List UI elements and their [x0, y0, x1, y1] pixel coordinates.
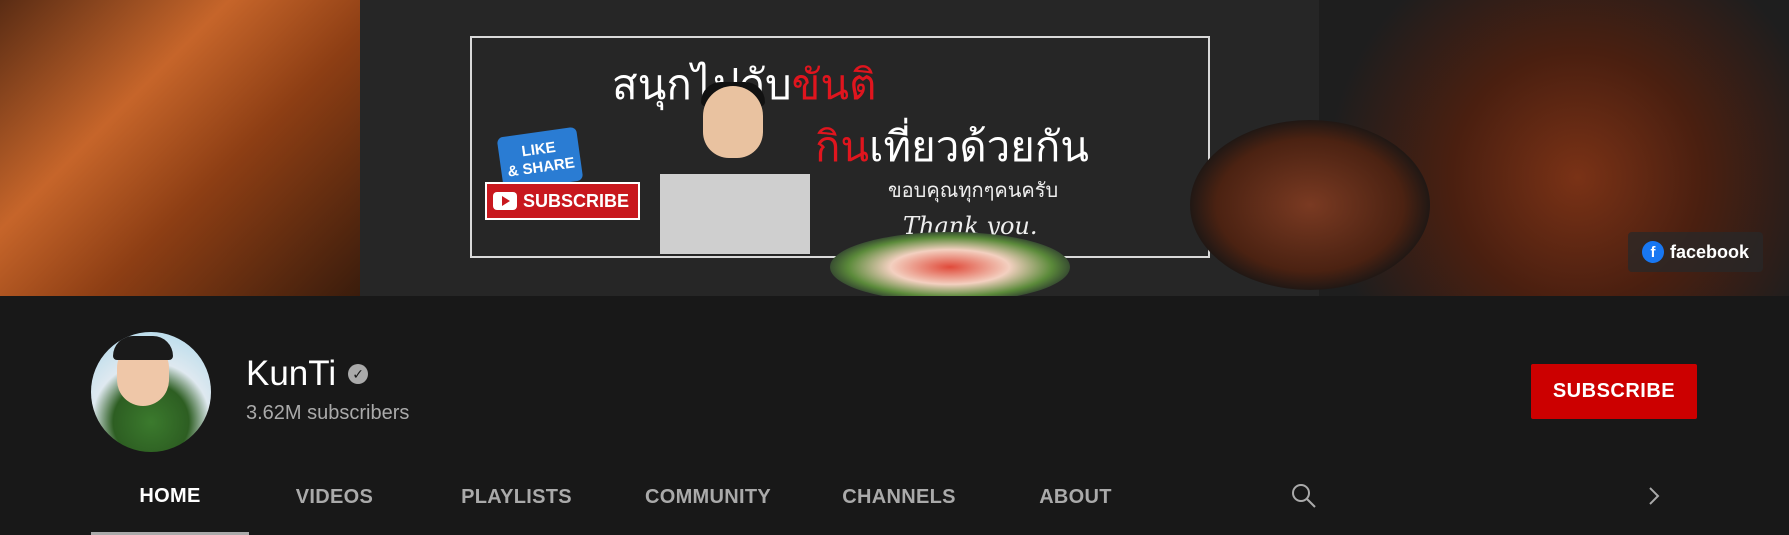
- tab-playlists[interactable]: PLAYLISTS: [420, 460, 613, 535]
- search-icon[interactable]: [1284, 476, 1324, 516]
- tab-videos[interactable]: VIDEOS: [249, 460, 420, 535]
- steak-pan-image: [1190, 120, 1430, 290]
- subscriber-count: 3.62M subscribers: [246, 402, 410, 424]
- chevron-right-icon-svg: [1649, 487, 1660, 505]
- chevron-right-icon[interactable]: [1634, 476, 1674, 516]
- search-icon-svg: [1292, 484, 1316, 508]
- banner-subscribe-badge: SUBSCRIBE: [485, 182, 640, 220]
- channel-name-row: KunTi ✓: [246, 354, 369, 394]
- tab-community[interactable]: COMMUNITY: [613, 460, 803, 535]
- facebook-link[interactable]: f facebook: [1628, 232, 1763, 272]
- channel-banner: สนุกไปกับขันติ กินเที่ยวด้วยกัน ขอบคุณทุ…: [0, 0, 1789, 296]
- play-button-plaque: [660, 174, 810, 254]
- channel-name: KunTi: [246, 354, 337, 393]
- facebook-link-label: facebook: [1670, 241, 1750, 262]
- channel-tabs: HOME VIDEOS PLAYLISTS COMMUNITY CHANNELS…: [91, 460, 1156, 535]
- banner-thanks-thai: ขอบคุณทุกๆคนครับ: [888, 180, 1059, 202]
- banner-food-left: [0, 0, 360, 296]
- subscribe-button[interactable]: SUBSCRIBE: [1531, 364, 1697, 419]
- channel-avatar[interactable]: [91, 332, 211, 452]
- verified-check-icon: ✓: [348, 364, 369, 384]
- facebook-icon: f: [1642, 241, 1664, 263]
- person-head: [703, 86, 763, 158]
- share-text: & SHARE: [506, 154, 576, 181]
- avatar-hair: [113, 336, 173, 360]
- channel-header: KunTi ✓ 3.62M subscribers SUBSCRIBE HOME…: [0, 296, 1789, 535]
- tab-channels[interactable]: CHANNELS: [803, 460, 995, 535]
- youtube-play-icon: [493, 192, 517, 210]
- tab-home[interactable]: HOME: [91, 460, 249, 535]
- hotpot-image: [830, 232, 1070, 296]
- banner-headline-2: กินเที่ยวด้วยกัน: [815, 123, 1089, 170]
- banner-subscribe-text: SUBSCRIBE: [523, 190, 630, 211]
- tab-about[interactable]: ABOUT: [995, 460, 1156, 535]
- banner-person-illustration: [660, 82, 810, 256]
